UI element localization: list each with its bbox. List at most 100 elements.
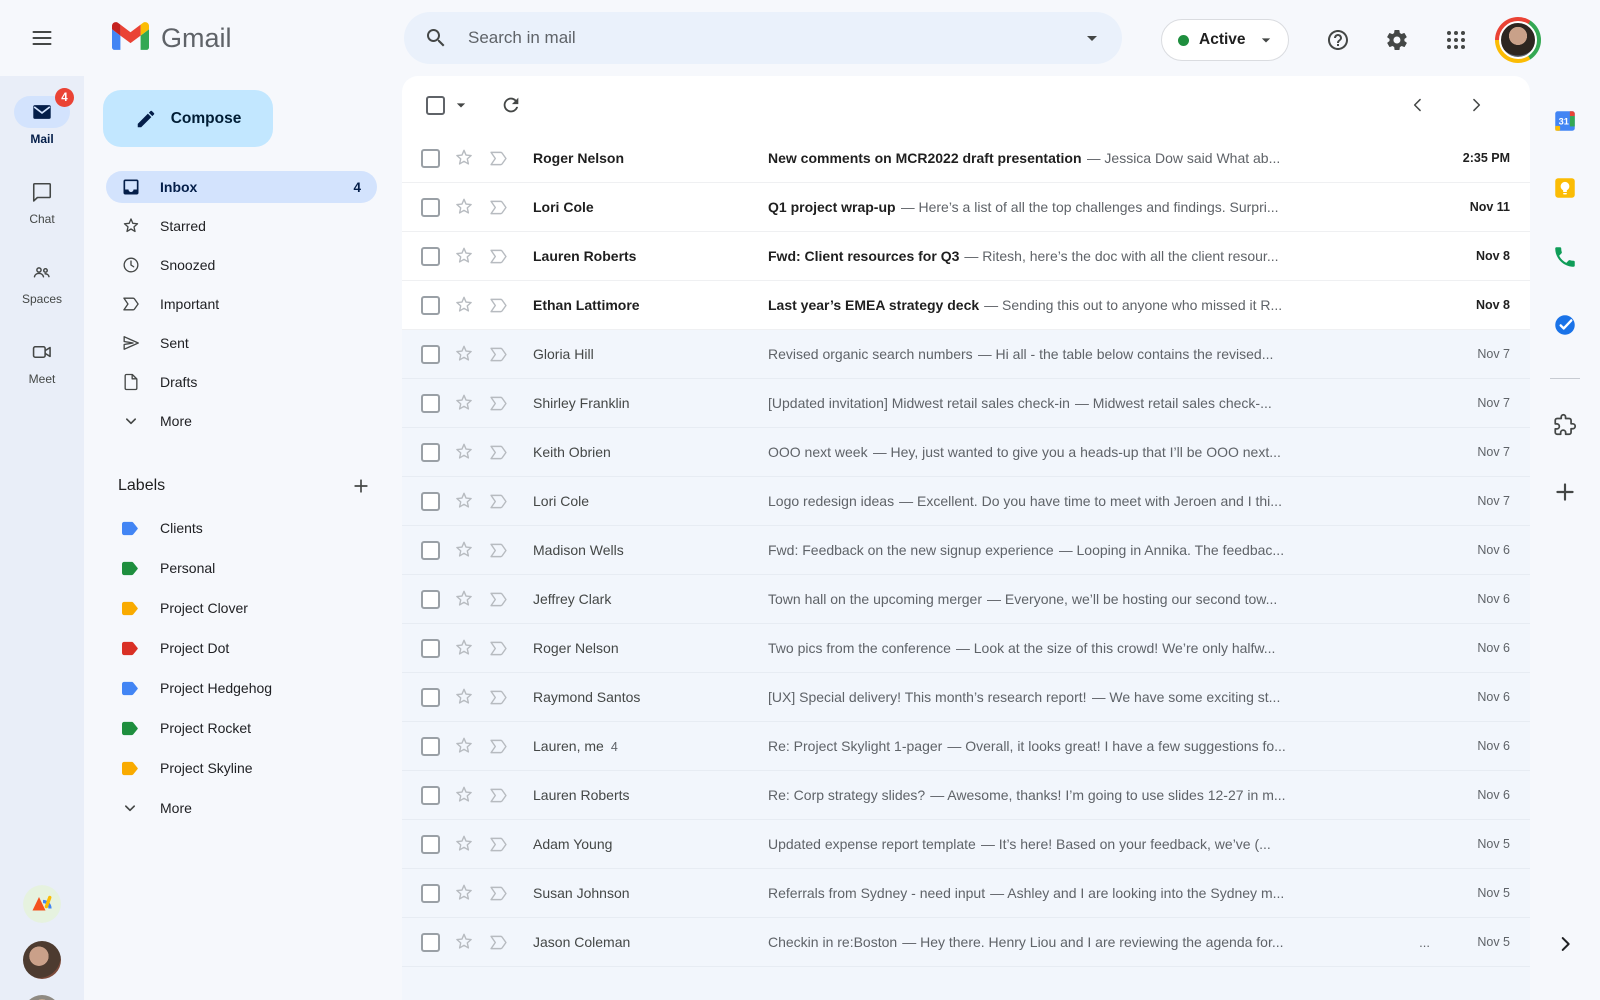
select-caret-icon[interactable]: [451, 95, 471, 115]
search-icon[interactable]: [424, 26, 448, 50]
star-icon[interactable]: [453, 686, 475, 708]
older-page-chevron-right-icon[interactable]: [1460, 89, 1492, 121]
keep-icon[interactable]: [1545, 168, 1585, 208]
email-row[interactable]: Gloria Hill Revised organic search numbe…: [402, 330, 1530, 379]
importance-marker-icon[interactable]: [487, 539, 509, 561]
rail-item-spaces[interactable]: Spaces: [0, 256, 84, 310]
star-icon[interactable]: [453, 833, 475, 855]
row-checkbox[interactable]: [421, 589, 440, 609]
email-row[interactable]: Lori Cole Logo redesign ideas — Excellen…: [402, 477, 1530, 526]
importance-marker-icon[interactable]: [487, 441, 509, 463]
label-item-project-skyline[interactable]: Project Skyline: [106, 752, 377, 784]
row-checkbox[interactable]: [421, 148, 440, 168]
email-row[interactable]: Ethan Lattimore Last year’s EMEA strateg…: [402, 281, 1530, 330]
google-apps-grid-icon[interactable]: [1432, 16, 1480, 64]
row-checkbox[interactable]: [421, 491, 440, 511]
tasks-icon[interactable]: [1545, 305, 1585, 345]
star-icon[interactable]: [453, 392, 475, 414]
nav-item-inbox[interactable]: Inbox 4: [106, 171, 377, 203]
row-checkbox[interactable]: [421, 687, 440, 707]
calendar-icon[interactable]: 31: [1545, 101, 1585, 141]
importance-marker-icon[interactable]: [487, 343, 509, 365]
importance-marker-icon[interactable]: [487, 245, 509, 267]
row-checkbox[interactable]: [421, 344, 440, 364]
rail-item-mail[interactable]: 4 Mail: [0, 88, 84, 150]
label-item-personal[interactable]: Personal: [106, 552, 377, 584]
email-row[interactable]: Lori Cole Q1 project wrap-up — Here’s a …: [402, 183, 1530, 232]
nav-item-more[interactable]: More: [106, 405, 377, 437]
row-checkbox[interactable]: [421, 197, 440, 217]
importance-marker-icon[interactable]: [487, 196, 509, 218]
label-item-project-clover[interactable]: Project Clover: [106, 592, 377, 624]
search-input[interactable]: [466, 27, 1080, 49]
importance-marker-icon[interactable]: [487, 735, 509, 757]
account-avatar[interactable]: [1495, 17, 1541, 63]
importance-marker-icon[interactable]: [487, 588, 509, 610]
star-icon[interactable]: [453, 343, 475, 365]
star-icon[interactable]: [453, 784, 475, 806]
newer-page-chevron-left-icon[interactable]: [1402, 89, 1434, 121]
importance-marker-icon[interactable]: [487, 833, 509, 855]
email-row[interactable]: Adam Young Updated expense report templa…: [402, 820, 1530, 869]
email-row[interactable]: Madison Wells Fwd: Feedback on the new s…: [402, 526, 1530, 575]
nav-item-snoozed[interactable]: Snoozed: [106, 249, 377, 281]
rail-item-meet[interactable]: Meet: [0, 336, 84, 390]
email-row[interactable]: Lauren Roberts Re: Corp strategy slides?…: [402, 771, 1530, 820]
nav-item-important[interactable]: Important: [106, 288, 377, 320]
star-icon[interactable]: [453, 588, 475, 610]
star-icon[interactable]: [453, 882, 475, 904]
row-checkbox[interactable]: [421, 638, 440, 658]
chat-shortcut-avatar-1[interactable]: [0, 941, 84, 979]
nav-item-starred[interactable]: Starred: [106, 210, 377, 242]
email-row[interactable]: Susan Johnson Referrals from Sydney - ne…: [402, 869, 1530, 918]
chat-shortcut-avatar-2[interactable]: [0, 995, 84, 1000]
row-checkbox[interactable]: [421, 540, 440, 560]
settings-gear-icon[interactable]: [1373, 16, 1421, 64]
labels-more[interactable]: More: [106, 792, 377, 824]
importance-marker-icon[interactable]: [487, 931, 509, 953]
row-checkbox[interactable]: [421, 393, 440, 413]
show-side-panel-chevron-icon[interactable]: [1545, 924, 1585, 964]
help-icon[interactable]: [1314, 16, 1362, 64]
importance-marker-icon[interactable]: [487, 882, 509, 904]
nav-item-sent[interactable]: Sent: [106, 327, 377, 359]
refresh-icon[interactable]: [493, 87, 529, 123]
nav-item-drafts[interactable]: Drafts: [106, 366, 377, 398]
row-checkbox[interactable]: [421, 834, 440, 854]
email-row[interactable]: Keith Obrien OOO next week — Hey, just w…: [402, 428, 1530, 477]
star-icon[interactable]: [453, 539, 475, 561]
email-row[interactable]: Shirley Franklin [Updated invitation] Mi…: [402, 379, 1530, 428]
star-icon[interactable]: [453, 441, 475, 463]
extensions-icon[interactable]: [1545, 405, 1585, 445]
email-row[interactable]: Lauren Roberts Fwd: Client resources for…: [402, 232, 1530, 281]
create-label-plus-icon[interactable]: [345, 470, 377, 502]
label-item-project-hedgehog[interactable]: Project Hedgehog: [106, 672, 377, 704]
rail-item-chat[interactable]: Chat: [0, 176, 84, 230]
star-icon[interactable]: [453, 196, 475, 218]
row-checkbox[interactable]: [421, 442, 440, 462]
star-icon[interactable]: [453, 490, 475, 512]
row-checkbox[interactable]: [421, 785, 440, 805]
star-icon[interactable]: [453, 147, 475, 169]
importance-marker-icon[interactable]: [487, 490, 509, 512]
star-icon[interactable]: [453, 245, 475, 267]
add-icon[interactable]: [1545, 472, 1585, 512]
importance-marker-icon[interactable]: [487, 294, 509, 316]
importance-marker-icon[interactable]: [487, 784, 509, 806]
voice-icon[interactable]: [1545, 237, 1585, 277]
row-checkbox[interactable]: [421, 736, 440, 756]
importance-marker-icon[interactable]: [487, 147, 509, 169]
importance-marker-icon[interactable]: [487, 686, 509, 708]
star-icon[interactable]: [453, 637, 475, 659]
star-icon[interactable]: [453, 931, 475, 953]
email-row[interactable]: Jeffrey Clark Town hall on the upcoming …: [402, 575, 1530, 624]
search-bar[interactable]: [404, 12, 1122, 64]
row-checkbox[interactable]: [421, 932, 440, 952]
importance-marker-icon[interactable]: [487, 637, 509, 659]
email-row[interactable]: Raymond Santos [UX] Special delivery! Th…: [402, 673, 1530, 722]
row-checkbox[interactable]: [421, 295, 440, 315]
workspace-logo-avatar[interactable]: [0, 885, 84, 923]
star-icon[interactable]: [453, 735, 475, 757]
select-all-checkbox[interactable]: [426, 95, 445, 115]
email-row[interactable]: Roger Nelson New comments on MCR2022 dra…: [402, 134, 1530, 183]
